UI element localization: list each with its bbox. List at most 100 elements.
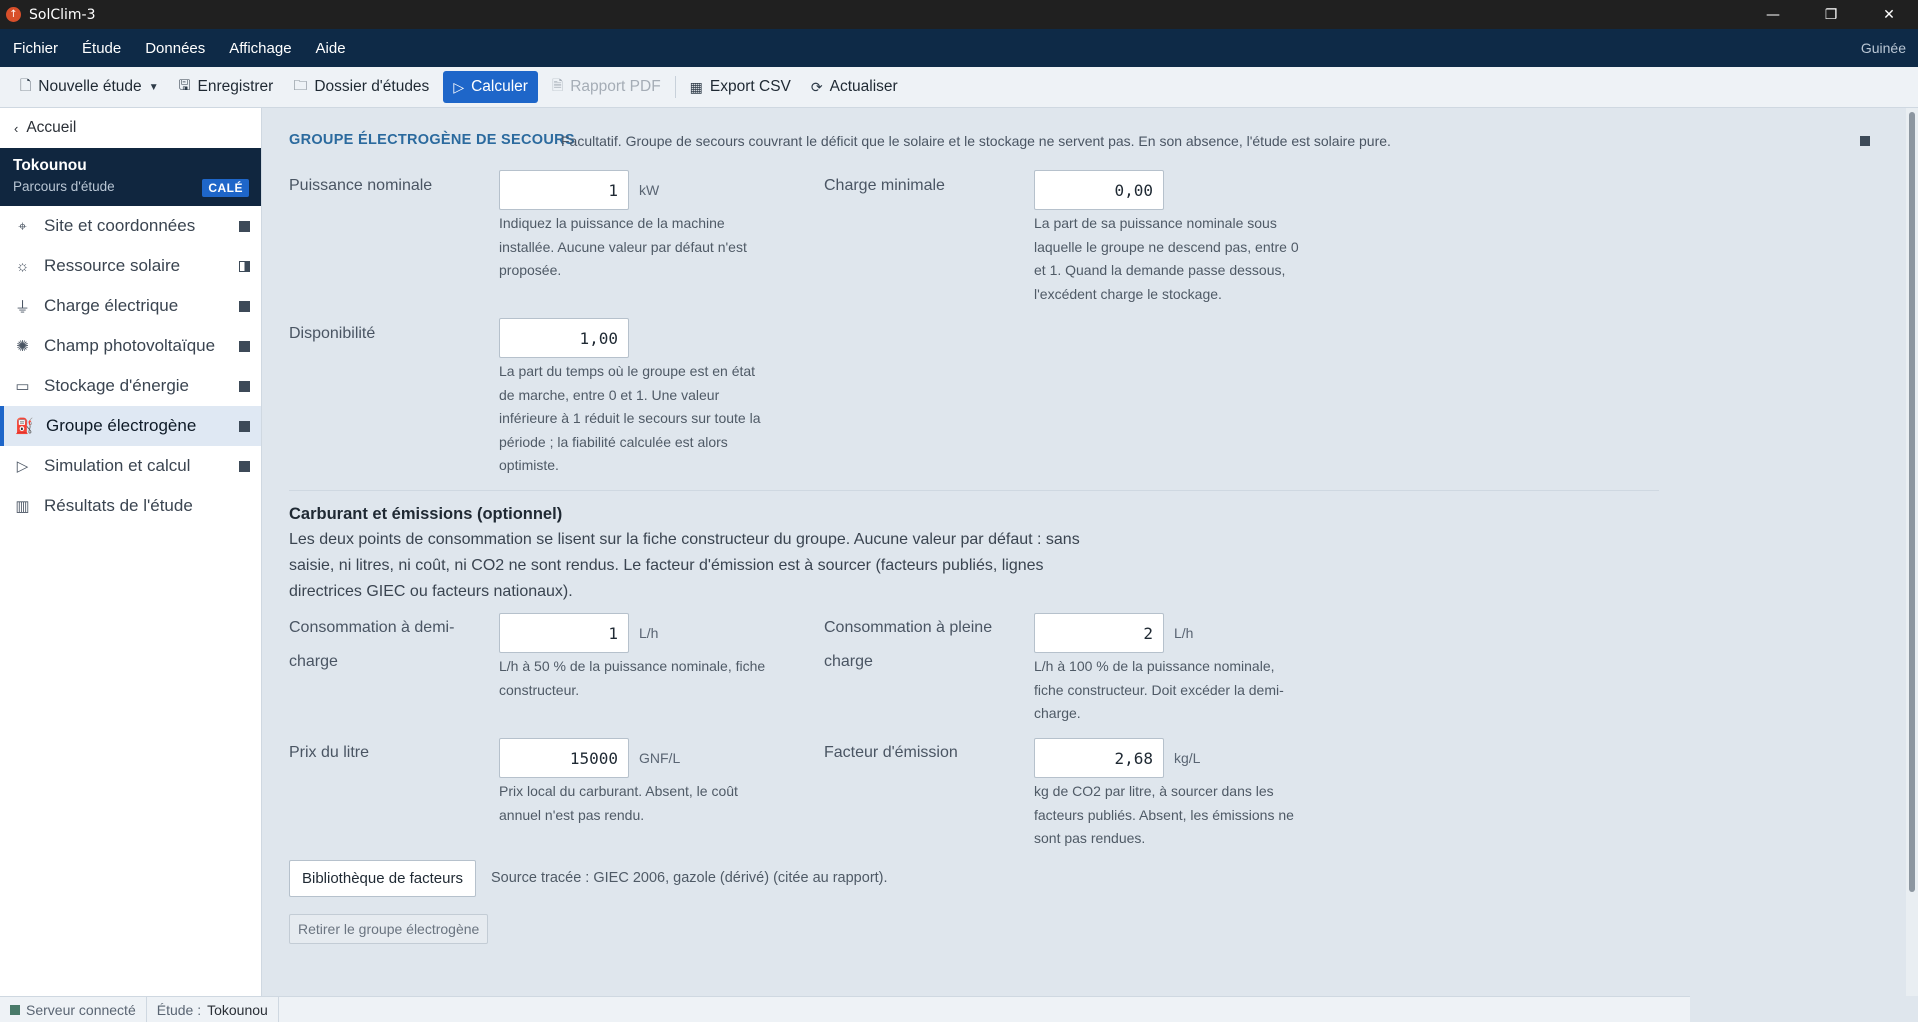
full-load-consumption-label: Consommation à pleine charge	[824, 619, 993, 670]
power-unit: kW	[639, 182, 660, 198]
app-logo-icon: ↑	[6, 7, 21, 22]
fuel-section-title: Carburant et émissions (optionnel)	[289, 505, 563, 523]
back-home-link[interactable]: ‹ Accueil	[0, 108, 261, 148]
server-status: Serveur connecté	[0, 996, 147, 1022]
export-csv-button[interactable]: ▦ Export CSV	[680, 71, 801, 103]
min-load-input[interactable]: 0,00	[1034, 170, 1164, 210]
state-complete-icon	[239, 340, 250, 352]
availability-label: Disponibilité	[289, 325, 376, 342]
study-header: Tokounou Parcours d'étude CALÉ	[0, 148, 261, 206]
collapse-toggle-icon[interactable]	[1860, 136, 1870, 146]
play-icon: ▷	[16, 458, 29, 475]
status-badge: CALÉ	[202, 179, 249, 197]
new-file-icon: 🗋	[20, 77, 32, 93]
save-icon: 🖫	[178, 77, 191, 93]
state-complete-icon	[239, 420, 250, 432]
sun-cloud-icon: ☼	[15, 257, 30, 275]
study-name: Tokounou	[13, 157, 87, 174]
bar-chart-icon: ▥	[15, 498, 30, 515]
sidebar-item-load[interactable]: ⏚ Charge électrique	[0, 286, 261, 326]
full-load-consumption-unit: L/h	[1174, 625, 1194, 641]
fuel-pump-icon: ⛽	[15, 418, 34, 435]
sidebar-item-simulation[interactable]: ▷ Simulation et calcul	[0, 446, 261, 486]
power-label: Puissance nominale	[289, 177, 433, 194]
full-load-consumption-help: L/h à 100 % de la puissance nominale, fi…	[1034, 658, 1284, 721]
sidebar-item-pv-field[interactable]: ✺ Champ photovoltaïque	[0, 326, 261, 366]
battery-icon: ▭	[15, 378, 30, 395]
pin-icon: ⌖	[18, 217, 27, 235]
power-input[interactable]: 1	[499, 170, 629, 210]
half-load-consumption-label: Consommation à demi- charge	[289, 619, 455, 670]
half-load-consumption-help: L/h à 50 % de la puissance nominale, fic…	[499, 658, 766, 698]
state-complete-icon	[239, 460, 250, 472]
remove-generator-button[interactable]: Retirer le groupe électrogène	[289, 914, 489, 944]
study-folder-button[interactable]: 🗀 Dossier d'études	[283, 71, 439, 103]
new-study-button[interactable]: 🗋 Nouvelle étude ▼	[10, 71, 169, 103]
fuel-price-help: Prix local du carburant. Absent, le coût…	[499, 783, 738, 823]
state-complete-icon	[239, 300, 250, 312]
plug-icon: ⏚	[14, 298, 30, 316]
refresh-button[interactable]: ⟳ Actualiser	[801, 71, 908, 103]
menu-etude[interactable]: Étude	[70, 40, 133, 57]
status-bar: Serveur connecté Étude : Tokounou	[0, 996, 1690, 1022]
restore-button[interactable]: ❐	[1802, 0, 1860, 29]
current-study-status: Étude : Tokounou	[147, 996, 279, 1022]
menu-fichier[interactable]: Fichier	[0, 40, 70, 57]
connection-indicator-icon	[10, 1004, 20, 1015]
state-partial-icon	[239, 260, 250, 272]
source-citation: Source tracée : GIEC 2006, gazole (dériv…	[491, 870, 888, 886]
fuel-section-description: Les deux points de consommation se lisen…	[289, 531, 1080, 600]
refresh-icon: ⟳	[810, 78, 823, 95]
minimize-button[interactable]: —	[1744, 0, 1802, 29]
emission-factor-label: Facteur d'émission	[824, 744, 958, 761]
fuel-price-input[interactable]: 15000	[499, 738, 629, 778]
section-description: Facultatif. Groupe de secours couvrant l…	[561, 133, 1391, 149]
chevron-down-icon: ▼	[148, 81, 159, 93]
title-bar: ↑ SolClim-3 — ❐ ✕	[0, 0, 1918, 29]
save-button[interactable]: 🖫 Enregistrer	[169, 71, 284, 103]
menu-donnees[interactable]: Données	[133, 40, 217, 57]
availability-input[interactable]: 1,00	[499, 318, 629, 358]
window-title: SolClim-3	[29, 6, 96, 23]
availability-help: La part du temps où le groupe est en éta…	[499, 363, 761, 473]
power-help: Indiquez la puissance de la machine inst…	[499, 215, 747, 278]
sidebar-item-results[interactable]: ▥ Résultats de l'étude	[0, 486, 261, 526]
factor-library-button[interactable]: Bibliothèque de facteurs	[289, 860, 476, 897]
close-button[interactable]: ✕	[1860, 0, 1918, 29]
emission-factor-help: kg de CO2 par litre, à sourcer dans les …	[1034, 783, 1294, 846]
main-panel: Groupe électrogène de secours Facultatif…	[263, 108, 1906, 996]
fuel-price-label: Prix du litre	[289, 744, 370, 761]
country-label: Guinée	[1860, 40, 1906, 56]
play-icon: ▷	[453, 78, 465, 95]
menu-aide[interactable]: Aide	[304, 40, 358, 57]
sun-icon: ✺	[16, 338, 29, 355]
sidebar-item-site[interactable]: ⌖ Site et coordonnées	[0, 206, 261, 246]
section-divider	[289, 490, 1659, 491]
state-complete-icon	[239, 220, 250, 232]
sidebar-item-solar-resource[interactable]: ☼ Ressource solaire	[0, 246, 261, 286]
section-title: Groupe électrogène de secours	[289, 132, 575, 148]
table-icon: ▦	[689, 78, 703, 95]
half-load-consumption-unit: L/h	[639, 625, 659, 641]
state-complete-icon	[239, 380, 250, 392]
scrollbar-thumb[interactable]	[1909, 112, 1915, 892]
menu-affichage[interactable]: Affichage	[217, 40, 303, 57]
fuel-price-unit: GNF/L	[639, 750, 681, 766]
min-load-label: Charge minimale	[824, 177, 945, 194]
sidebar: ‹ Accueil Tokounou Parcours d'étude CALÉ…	[0, 108, 262, 996]
emission-factor-input[interactable]: 2,68	[1034, 738, 1164, 778]
sidebar-item-storage[interactable]: ▭ Stockage d'énergie	[0, 366, 261, 406]
min-load-help: La part de sa puissance nominale sous la…	[1034, 215, 1299, 302]
toolbar-separator	[674, 76, 676, 98]
folder-icon: 🗀	[293, 77, 308, 93]
sidebar-item-generator[interactable]: ⛽ Groupe électrogène	[0, 406, 261, 446]
document-icon: 🗎	[551, 77, 564, 93]
compute-button[interactable]: ▷ Calculer	[443, 71, 538, 103]
half-load-consumption-input[interactable]: 1	[499, 613, 629, 653]
full-load-consumption-input[interactable]: 2	[1034, 613, 1164, 653]
chevron-left-icon: ‹	[14, 120, 19, 136]
emission-factor-unit: kg/L	[1174, 750, 1201, 766]
menu-bar: Fichier Étude Données Affichage Aide Gui…	[0, 29, 1918, 67]
vertical-scrollbar[interactable]	[1906, 108, 1918, 996]
pdf-report-button[interactable]: 🗎 Rapport PDF	[542, 71, 671, 103]
